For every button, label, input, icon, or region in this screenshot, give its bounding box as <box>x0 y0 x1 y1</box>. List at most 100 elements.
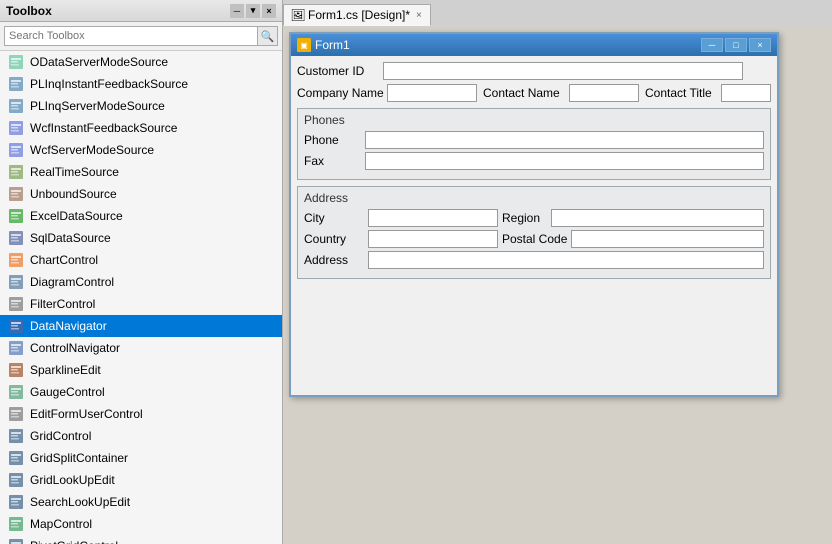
contact-name-input[interactable] <box>569 84 639 102</box>
region-input[interactable] <box>551 209 764 227</box>
city-region-row: City Region <box>304 209 764 227</box>
phone-input[interactable] <box>365 131 764 149</box>
toolbox-item[interactable]: WcfServerModeSource <box>0 139 282 161</box>
toolbox-item[interactable]: RealTimeSource <box>0 161 282 183</box>
fax-row: Fax <box>304 152 764 170</box>
design-canvas[interactable]: ▣ Form1 ─ □ × Customer ID Compan <box>283 26 832 544</box>
toolbox-item-icon <box>8 538 24 544</box>
toolbox-item-label: PivotGridControl <box>30 539 118 544</box>
country-postal-row: Country Postal Code <box>304 230 764 248</box>
contact-name-label: Contact Name <box>483 86 563 100</box>
tab-bar: 🖼 Form1.cs [Design]* × <box>283 0 832 26</box>
form-close-button[interactable]: × <box>749 38 771 52</box>
design-tab[interactable]: 🖼 Form1.cs [Design]* × <box>283 4 431 26</box>
search-input[interactable] <box>4 26 258 46</box>
city-label: City <box>304 211 364 225</box>
toolbox-item-label: WcfInstantFeedbackSource <box>30 121 177 135</box>
toolbox-item-label: PLInqInstantFeedbackSource <box>30 77 188 91</box>
toolbox-item[interactable]: ExcelDataSource <box>0 205 282 227</box>
toolbox-item-label: GridLookUpEdit <box>30 473 115 487</box>
toolbox-item[interactable]: PLInqInstantFeedbackSource <box>0 73 282 95</box>
toolbox-item-label: GridSplitContainer <box>30 451 128 465</box>
company-name-label: Company Name <box>297 86 381 100</box>
address-label: Address <box>304 253 364 267</box>
toolbox-item[interactable]: FilterControl <box>0 293 282 315</box>
toolbox-item-label: PLInqServerModeSource <box>30 99 165 113</box>
toolbox-item-icon <box>8 494 24 510</box>
address-input[interactable] <box>368 251 764 269</box>
toolbox-item-icon <box>8 340 24 356</box>
country-input[interactable] <box>368 230 498 248</box>
toolbox-item[interactable]: PivotGridControl <box>0 535 282 544</box>
form-minimize-button[interactable]: ─ <box>701 38 723 52</box>
toolbox-item[interactable]: PLInqServerModeSource <box>0 95 282 117</box>
toolbox-item-icon <box>8 54 24 70</box>
customer-id-label: Customer ID <box>297 64 377 78</box>
fax-label: Fax <box>304 154 359 168</box>
toolbox-item[interactable]: ODataServerModeSource <box>0 51 282 73</box>
toolbox-item[interactable]: WcfInstantFeedbackSource <box>0 117 282 139</box>
toolbox-item[interactable]: SearchLookUpEdit <box>0 491 282 513</box>
toolbox-item-icon <box>8 296 24 312</box>
toolbox-item[interactable]: SparklineEdit <box>0 359 282 381</box>
toolbox-item-icon <box>8 230 24 246</box>
toolbox-item-icon <box>8 428 24 444</box>
toolbox-item[interactable]: GridLookUpEdit <box>0 469 282 491</box>
toolbox-item-icon <box>8 252 24 268</box>
form-title: Form1 <box>315 38 350 52</box>
address-group: Address City Region Country Postal Code <box>297 186 771 279</box>
toolbox-item[interactable]: GridSplitContainer <box>0 447 282 469</box>
toolbox-item[interactable]: DataNavigator <box>0 315 282 337</box>
contact-title-input[interactable] <box>721 84 771 102</box>
form-maximize-button[interactable]: □ <box>725 38 747 52</box>
toolbox-item[interactable]: DiagramControl <box>0 271 282 293</box>
tab-close-button[interactable]: × <box>416 10 422 21</box>
address-row: Address <box>304 251 764 269</box>
toolbox-item-icon <box>8 120 24 136</box>
toolbox-item-icon <box>8 516 24 532</box>
toolbox-item[interactable]: EditFormUserControl <box>0 403 282 425</box>
toolbox-item-label: DataNavigator <box>30 319 107 333</box>
phone-label: Phone <box>304 133 359 147</box>
toolbox-item[interactable]: ControlNavigator <box>0 337 282 359</box>
toolbox-item[interactable]: GaugeControl <box>0 381 282 403</box>
fax-input[interactable] <box>365 152 764 170</box>
toolbox-item-label: ControlNavigator <box>30 341 120 355</box>
city-input[interactable] <box>368 209 498 227</box>
toolbox-menu-button[interactable]: ▾ <box>246 4 260 18</box>
form-body: Customer ID Company Name Contact Name Co… <box>291 56 777 395</box>
toolbox-item-label: RealTimeSource <box>30 165 119 179</box>
toolbox-item-label: WcfServerModeSource <box>30 143 154 157</box>
postal-label: Postal Code <box>502 232 567 246</box>
toolbox-panel: Toolbox ─ ▾ × 🔍 ODataServerModeSource PLI… <box>0 0 283 544</box>
toolbox-item[interactable]: MapControl <box>0 513 282 535</box>
toolbox-item[interactable]: SqlDataSource <box>0 227 282 249</box>
toolbox-item-label: ChartControl <box>30 253 98 267</box>
toolbox-item[interactable]: ChartControl <box>0 249 282 271</box>
toolbox-pin-button[interactable]: ─ <box>230 4 244 18</box>
toolbox-item-label: EditFormUserControl <box>30 407 143 421</box>
address-group-title: Address <box>304 191 764 205</box>
form-window: ▣ Form1 ─ □ × Customer ID Compan <box>289 32 779 397</box>
toolbox-item-icon <box>8 406 24 422</box>
toolbox-item-label: SparklineEdit <box>30 363 101 377</box>
toolbox-item[interactable]: UnboundSource <box>0 183 282 205</box>
customer-id-row: Customer ID <box>297 62 771 80</box>
toolbox-item-label: SearchLookUpEdit <box>30 495 130 509</box>
toolbox-item-icon <box>8 274 24 290</box>
toolbox-item-label: GaugeControl <box>30 385 105 399</box>
toolbox-close-button[interactable]: × <box>262 4 276 18</box>
toolbox-item-icon <box>8 384 24 400</box>
toolbox-list: ODataServerModeSource PLInqInstantFeedbac… <box>0 51 282 544</box>
postal-input[interactable] <box>571 230 764 248</box>
search-icon-button[interactable]: 🔍 <box>258 26 278 46</box>
tab-label: Form1.cs [Design]* <box>308 8 410 22</box>
toolbox-header: Toolbox ─ ▾ × <box>0 0 282 22</box>
toolbox-item[interactable]: GridControl <box>0 425 282 447</box>
company-name-input[interactable] <box>387 84 477 102</box>
toolbox-search-bar: 🔍 <box>0 22 282 51</box>
phone-row: Phone <box>304 131 764 149</box>
toolbox-item-label: DiagramControl <box>30 275 114 289</box>
customer-id-input[interactable] <box>383 62 743 80</box>
toolbox-item-label: FilterControl <box>30 297 95 311</box>
